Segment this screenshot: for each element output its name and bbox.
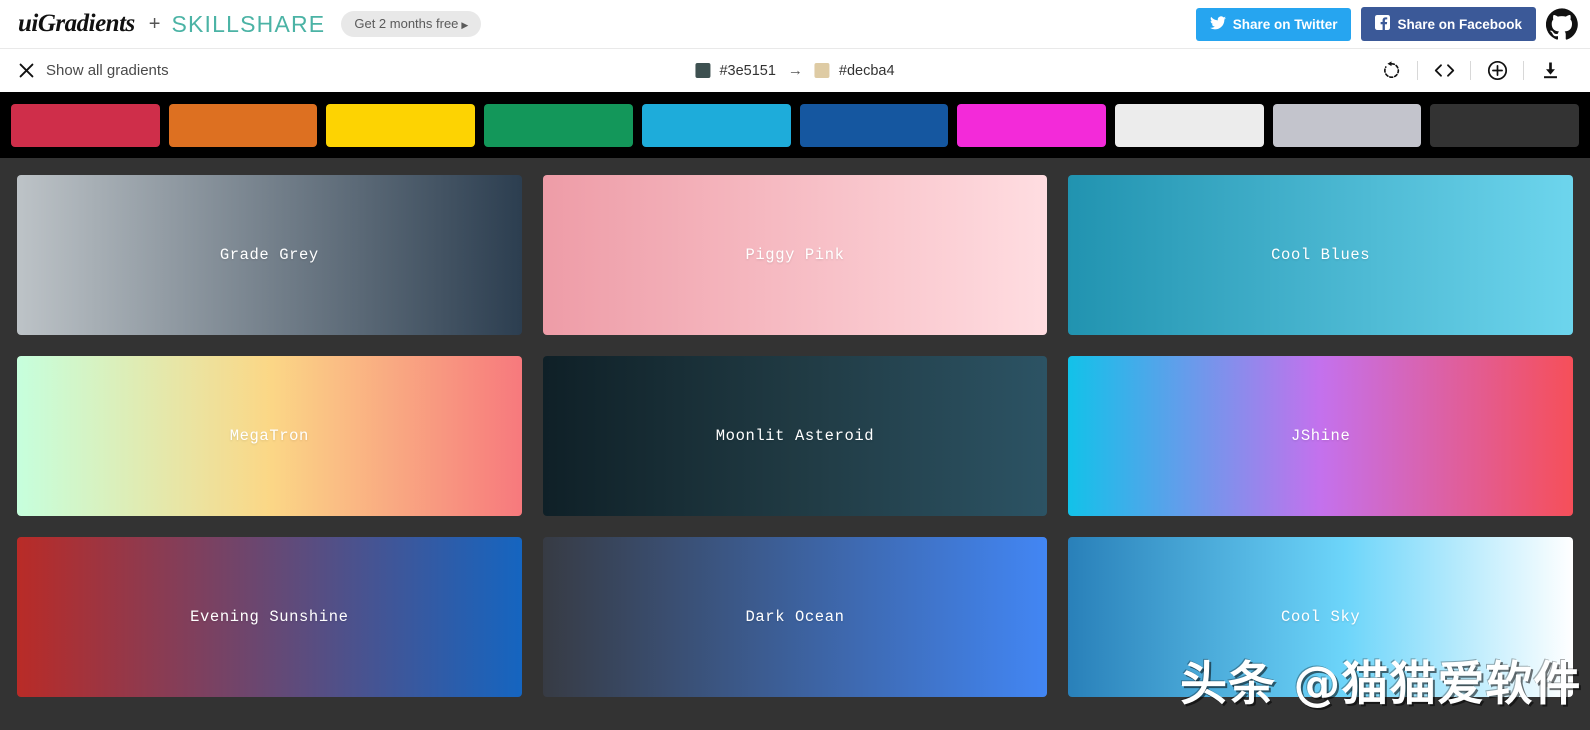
gradient-grid: Grade Grey Piggy Pink Cool Blues MegaTron Mo… <box>0 158 1590 697</box>
palette-swatch-white[interactable] <box>1115 104 1264 147</box>
code-icon[interactable] <box>1418 62 1470 79</box>
github-icon[interactable] <box>1546 8 1578 40</box>
gradient-card[interactable]: Cool Sky <box>1068 537 1573 697</box>
share-on-twitter-button[interactable]: Share on Twitter <box>1196 8 1352 41</box>
share-facebook-label: Share on Facebook <box>1397 17 1522 32</box>
gradient-card-label: Evening Sunshine <box>190 608 348 626</box>
palette-swatch-orange[interactable] <box>169 104 318 147</box>
gradient-card-label: JShine <box>1291 427 1350 445</box>
palette-swatch-yellow[interactable] <box>326 104 475 147</box>
show-all-gradients-label: Show all gradients <box>46 62 169 79</box>
palette-swatch-dark-gray[interactable] <box>1430 104 1579 147</box>
gradient-card-label: Cool Blues <box>1271 246 1370 264</box>
gradient-direction-arrow: → <box>788 62 803 79</box>
promo-arrow-icon: ▶ <box>461 20 468 30</box>
palette-swatch-green[interactable] <box>484 104 633 147</box>
twitter-icon <box>1210 16 1226 33</box>
share-twitter-label: Share on Twitter <box>1233 17 1338 32</box>
plus-circle-icon[interactable] <box>1471 60 1523 81</box>
close-icon <box>18 62 35 79</box>
show-all-gradients-button[interactable]: Show all gradients <box>18 62 169 79</box>
palette-swatch-magenta[interactable] <box>957 104 1106 147</box>
gradient-card-label: Grade Grey <box>220 246 319 264</box>
gradient-card-label: Cool Sky <box>1281 608 1360 626</box>
gradient-end-color-chip[interactable] <box>815 63 830 78</box>
gradient-card-label: Moonlit Asteroid <box>716 427 874 445</box>
facebook-icon <box>1375 15 1390 33</box>
palette-swatch-crimson[interactable] <box>11 104 160 147</box>
color-palette-strip <box>0 92 1590 158</box>
brand-logo: uiGradients <box>18 10 135 38</box>
gradient-card[interactable]: MegaTron <box>17 356 522 516</box>
brand-partner-skillshare: SKILLSHARE <box>171 11 325 38</box>
gradient-end-hex[interactable]: #decba4 <box>839 63 895 79</box>
gradient-card-label: Piggy Pink <box>745 246 844 264</box>
palette-swatch-light-blue[interactable] <box>642 104 791 147</box>
gradient-card[interactable]: Cool Blues <box>1068 175 1573 335</box>
gradient-start-color-chip[interactable] <box>695 63 710 78</box>
share-on-facebook-button[interactable]: Share on Facebook <box>1361 7 1536 41</box>
gradient-card-label: Dark Ocean <box>745 608 844 626</box>
palette-swatch-light-gray[interactable] <box>1273 104 1422 147</box>
promo-label: Get 2 months free <box>354 16 458 31</box>
header-actions: Share on Twitter Share on Facebook <box>1196 7 1590 41</box>
gradient-toolbar: Show all gradients #3e5151 → #decba4 <box>0 48 1590 92</box>
gradient-card[interactable]: Moonlit Asteroid <box>543 356 1048 516</box>
download-icon[interactable] <box>1524 61 1576 80</box>
gradient-card[interactable]: Grade Grey <box>17 175 522 335</box>
toolbar-actions <box>1365 60 1576 81</box>
gradient-card[interactable]: JShine <box>1068 356 1573 516</box>
gradient-card-label: MegaTron <box>230 427 309 445</box>
palette-swatch-dark-blue[interactable] <box>800 104 949 147</box>
gradient-card[interactable]: Piggy Pink <box>543 175 1048 335</box>
promo-get-months-free-button[interactable]: Get 2 months free▶ <box>341 11 481 37</box>
brand-plus-separator: + <box>149 13 161 36</box>
gradient-card[interactable]: Evening Sunshine <box>17 537 522 697</box>
gradient-start-hex[interactable]: #3e5151 <box>719 63 775 79</box>
app-header: uiGradients + SKILLSHARE Get 2 months fr… <box>0 0 1590 48</box>
gradient-card[interactable]: Dark Ocean <box>543 537 1048 697</box>
refresh-icon[interactable] <box>1365 61 1417 80</box>
current-gradient-colors: #3e5151 → #decba4 <box>695 62 894 79</box>
